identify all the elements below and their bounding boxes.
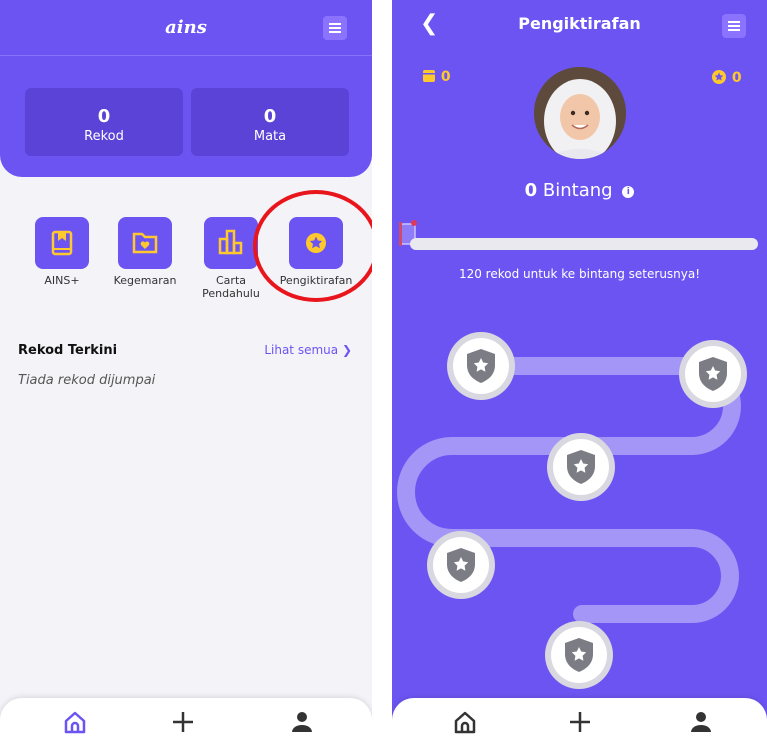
book-icon xyxy=(423,70,435,82)
page-title: Pengiktirafan xyxy=(518,14,641,33)
quick-action-kegemaran[interactable]: Kegemaran xyxy=(102,217,188,287)
shield-star-icon xyxy=(567,450,595,484)
home-icon[interactable] xyxy=(450,708,486,738)
star-total-value: 0 xyxy=(524,180,538,201)
shield-star-icon xyxy=(699,357,727,391)
star-total: 0 Bintang i xyxy=(392,180,767,201)
top-bar: ains xyxy=(0,0,372,56)
menu-button[interactable] xyxy=(722,14,746,38)
leaderboard-icon xyxy=(204,217,258,269)
add-icon[interactable] xyxy=(168,708,204,738)
info-icon[interactable]: i xyxy=(622,186,635,198)
bottom-nav xyxy=(392,698,767,748)
empty-state-text: Tiada rekod dijumpai xyxy=(18,373,156,388)
stat-value: 0 xyxy=(97,106,111,127)
app-logo: ains xyxy=(165,17,207,38)
bottom-nav xyxy=(0,698,372,748)
heart-folder-icon xyxy=(118,217,172,269)
milestone-node[interactable] xyxy=(547,433,615,501)
stat-card-rekod: 0 Rekod xyxy=(25,88,183,156)
milestone-node[interactable] xyxy=(427,531,495,599)
milestone-node[interactable] xyxy=(545,621,613,689)
home-icon[interactable] xyxy=(60,708,96,738)
stat-value: 0 xyxy=(263,106,277,127)
chevron-right-icon: ❯ xyxy=(341,343,352,357)
menu-icon xyxy=(329,23,341,35)
see-all-link[interactable]: Lihat semua ❯ xyxy=(264,343,352,357)
shield-star-icon xyxy=(467,349,495,383)
stat-card-mata: 0 Mata xyxy=(191,88,349,156)
recognition-screen: ❮ Pengiktirafan 0 0 0 Bintang i 120 reko… xyxy=(392,0,767,748)
see-all-label: Lihat semua xyxy=(264,343,339,357)
quick-action-label: Carta Pendahulu xyxy=(202,274,260,300)
add-icon[interactable] xyxy=(565,708,601,738)
stars-count: 0 xyxy=(731,70,742,86)
stat-label: Rekod xyxy=(84,129,124,144)
quick-action-label: AINS+ xyxy=(44,274,80,287)
books-counter: 0 xyxy=(422,69,451,85)
milestone-node[interactable] xyxy=(679,340,747,408)
books-count: 0 xyxy=(440,69,451,85)
quick-action-ains-plus[interactable]: AINS+ xyxy=(19,217,105,287)
star-total-label: Bintang xyxy=(542,180,613,201)
milestone-node[interactable] xyxy=(447,332,515,400)
next-star-text: 120 rekod untuk ke bintang seterusnya! xyxy=(458,267,701,281)
profile-icon[interactable] xyxy=(686,708,722,738)
shield-star-icon xyxy=(565,638,593,672)
header-panel: ains 0 Rekod 0 Mata xyxy=(0,0,372,177)
section-title: Rekod Terkini xyxy=(18,343,118,358)
highlight-circle xyxy=(253,190,372,302)
stars-counter: 0 xyxy=(711,69,742,86)
star-progress-bar xyxy=(410,238,758,250)
quick-action-label: Kegemaran xyxy=(113,274,177,287)
book-icon xyxy=(35,217,89,269)
star-badge-icon xyxy=(712,70,726,84)
avatar xyxy=(534,67,626,159)
stat-label: Mata xyxy=(253,129,287,144)
home-screen: ains 0 Rekod 0 Mata AINS+ Kegemaran Cart… xyxy=(0,0,372,748)
shield-star-icon xyxy=(447,548,475,582)
menu-button[interactable] xyxy=(323,16,347,40)
menu-icon xyxy=(728,21,740,33)
profile-icon[interactable] xyxy=(287,708,323,738)
